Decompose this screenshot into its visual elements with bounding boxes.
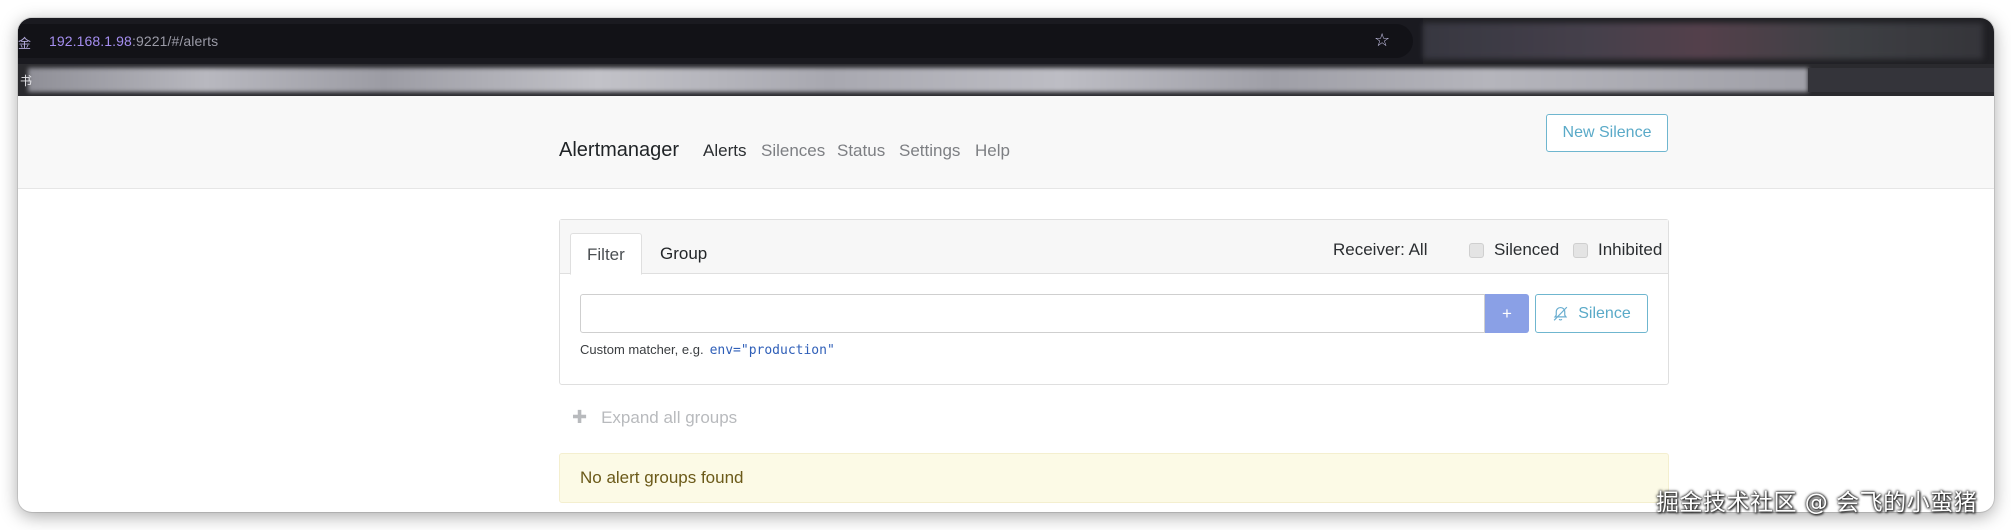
expand-all-label: Expand all groups [601, 407, 738, 427]
inhibited-label: Inhibited [1598, 240, 1663, 259]
plus-icon: ✚ [572, 407, 588, 427]
bell-slash-icon [1553, 306, 1568, 321]
inhibited-checkbox-box[interactable] [1573, 242, 1588, 258]
bookmark-glyph: 书 [20, 74, 33, 88]
matcher-hint-example[interactable]: env="production" [710, 343, 835, 358]
nav-alerts[interactable]: Alerts [703, 142, 746, 159]
new-silence-button[interactable]: New Silence [1546, 114, 1668, 152]
browser-window: 金 192.168.1.98:9221/#/alerts ☆ 书 Alertma… [18, 18, 1994, 512]
nav-settings[interactable]: Settings [899, 142, 960, 159]
blurred-bookmarks [28, 68, 1808, 92]
bookmarks-bar: 书 [18, 64, 1994, 96]
filter-card-header: Filter Group Receiver: All Silenced Inhi… [560, 220, 1668, 275]
url-host: 192.168.1.98 [49, 33, 132, 49]
silence-button[interactable]: Silence [1535, 294, 1648, 333]
browser-toolbar: 金 192.168.1.98:9221/#/alerts ☆ [18, 18, 1994, 64]
empty-state-alert: No alert groups found [559, 453, 1669, 503]
silence-button-label: Silence [1578, 304, 1631, 322]
tab-group[interactable]: Group [644, 233, 723, 275]
matcher-hint: Custom matcher, e.g. env="production" [580, 342, 835, 358]
filter-input[interactable] [580, 294, 1485, 333]
site-info-icon[interactable]: 金 [18, 33, 31, 52]
watermark: 掘金技术社区 @ 会飞的小蛮猪 [1656, 490, 1978, 516]
url-path: :9221/#/alerts [131, 33, 219, 49]
nav-help[interactable]: Help [975, 142, 1010, 159]
nav-silences[interactable]: Silences [761, 142, 825, 159]
url-text[interactable]: 192.168.1.98:9221/#/alerts [49, 33, 218, 49]
silenced-label: Silenced [1494, 240, 1560, 259]
receiver-dropdown[interactable]: Receiver: All [1333, 240, 1427, 260]
add-matcher-button[interactable]: + [1485, 294, 1529, 333]
brand-title[interactable]: Alertmanager [559, 140, 679, 160]
blurred-toolbar-region [1423, 23, 1983, 59]
bookmark-star-icon[interactable]: ☆ [1374, 30, 1390, 51]
address-bar[interactable]: 金 192.168.1.98:9221/#/alerts ☆ [18, 24, 1413, 58]
bookmarks-bar-end [1808, 68, 1994, 92]
silenced-checkbox-box[interactable] [1469, 242, 1484, 258]
expand-all-groups-button[interactable]: ✚ Expand all groups [572, 407, 737, 428]
nav-status[interactable]: Status [837, 142, 885, 159]
matcher-hint-text: Custom matcher, e.g. [580, 342, 704, 357]
app-navbar: Alertmanager Alerts Silences Status Sett… [18, 96, 1994, 189]
filter-card: Filter Group Receiver: All Silenced Inhi… [559, 219, 1669, 385]
inhibited-checkbox[interactable]: Inhibited [1573, 240, 1662, 260]
tab-filter[interactable]: Filter [570, 233, 642, 275]
silenced-checkbox[interactable]: Silenced [1469, 240, 1559, 260]
